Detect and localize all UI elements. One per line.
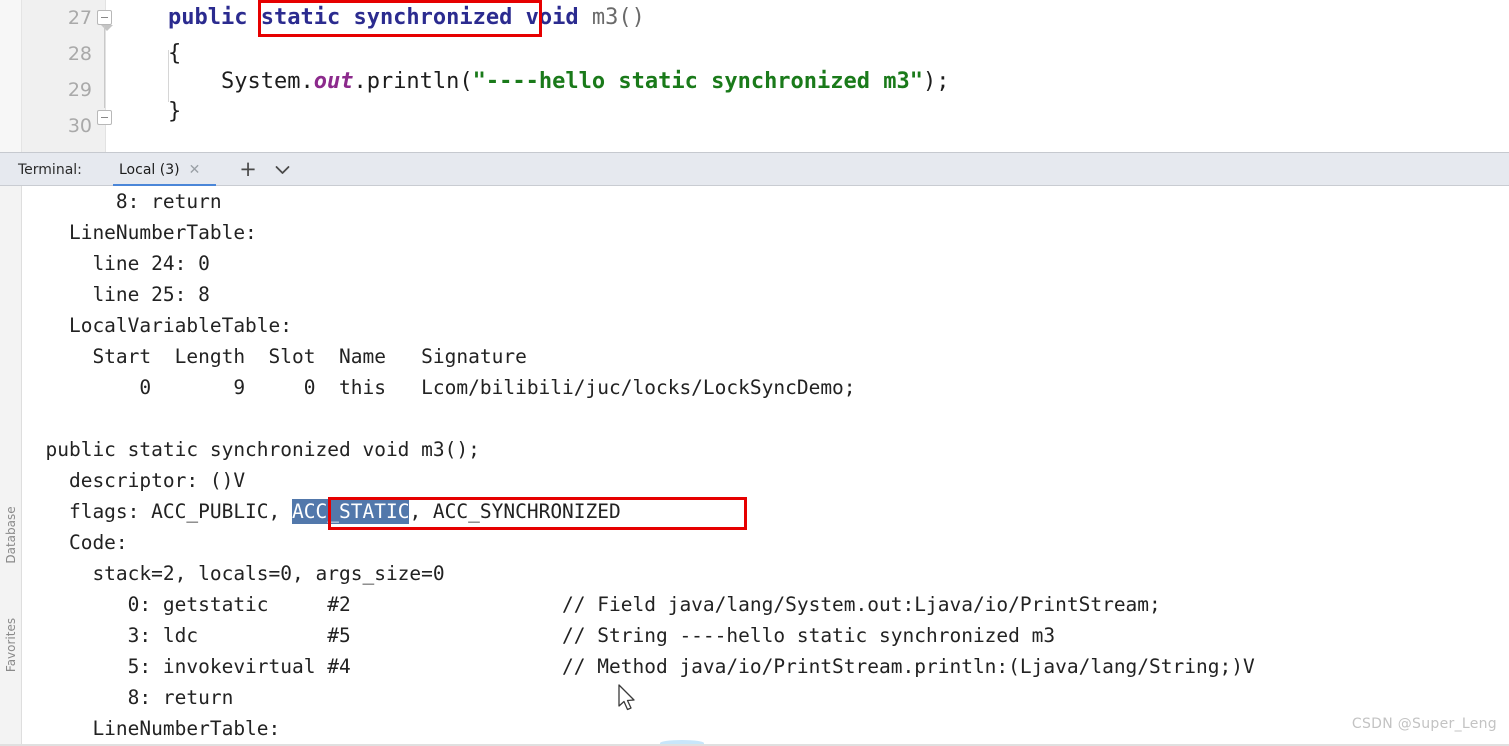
code-token: m3()	[591, 5, 645, 30]
terminal-text: 5: invokevirtual #4 // Method java/io/Pr…	[22, 655, 1255, 678]
close-icon[interactable]: ✕	[189, 163, 201, 177]
code-text-area[interactable]: public static synchronized void m3() { S…	[106, 0, 1509, 152]
terminal-scroll-region: 8: return LineNumberTable: line 24: 0 li…	[22, 186, 1509, 746]
line-number: 31	[0, 144, 92, 152]
terminal-text: 0 9 0 this Lcom/bilibili/juc/locks/LockS…	[22, 376, 856, 399]
terminal-line: stack=2, locals=0, args_size=0	[22, 558, 445, 589]
code-token: }	[168, 99, 182, 124]
terminal-text: Start Length Slot Name Signature	[22, 345, 527, 368]
terminal-text: 3: ldc #5 // String ----hello static syn…	[22, 624, 1056, 647]
code-token: void	[525, 5, 579, 30]
terminal-line: LineNumberTable:	[22, 217, 257, 248]
code-token: "----hello static synchronized m3"	[472, 69, 924, 94]
line-number: 27	[67, 7, 92, 29]
terminal-line: 3: ldc #5 // String ----hello static syn…	[22, 620, 1055, 651]
terminal-line-flags: flags: ACC_PUBLIC, ACC_STATIC, ACC_SYNCH…	[22, 496, 621, 527]
terminal-text: line 25: 8	[22, 283, 210, 306]
terminal-text: , ACC_SYNCHRONIZED	[409, 500, 621, 523]
code-token: public	[168, 5, 248, 30]
code-token: .println(	[353, 69, 473, 94]
terminal-text: LineNumberTable:	[22, 717, 281, 740]
code-line-30: }	[168, 94, 181, 130]
terminal-text: LocalVariableTable:	[22, 314, 293, 337]
sidebar-item-database[interactable]: Database	[4, 498, 18, 572]
editor-gutter: 27 28 29 30 31	[0, 0, 113, 152]
terminal-text: Code:	[22, 531, 128, 554]
terminal-line: descriptor: ()V	[22, 465, 245, 496]
terminal-text: 0: getstatic #2 // Field java/lang/Syste…	[22, 593, 1161, 616]
terminal-line: public static synchronized void m3();	[22, 434, 480, 465]
tool-window-labels: Database Favorites	[0, 186, 21, 746]
watermark-text: CSDN @Super_Leng	[1351, 716, 1497, 732]
code-line-27: public static synchronized void m3()	[168, 0, 645, 36]
chevron-down-icon[interactable]	[272, 153, 292, 187]
terminal-text: stack=2, locals=0, args_size=0	[22, 562, 445, 585]
line-number: 28	[67, 43, 92, 65]
line-number-column: 27 28 29 30 31	[0, 0, 92, 152]
terminal-line: Start Length Slot Name Signature	[22, 341, 527, 372]
terminal-toolbar: Terminal: Local (3) ✕ +	[0, 152, 1509, 187]
terminal-line: 8: return	[22, 682, 234, 713]
code-token: );	[923, 69, 950, 94]
terminal-line: line 24: 0	[22, 248, 210, 279]
terminal-line: LocalVariableTable:	[22, 310, 292, 341]
terminal-tab-local[interactable]: Local (3) ✕	[113, 153, 206, 187]
terminal-text: public static synchronized void m3();	[22, 438, 480, 461]
sidebar-item-favorites[interactable]: Favorites	[4, 608, 18, 682]
ide-window: 27 28 29 30 31 public static synchronize…	[0, 0, 1509, 746]
terminal-text: descriptor: ()V	[22, 469, 246, 492]
terminal-line: 0: getstatic #2 // Field java/lang/Syste…	[22, 589, 1161, 620]
add-terminal-icon[interactable]: +	[238, 153, 258, 187]
code-line-29: System.out.println("----hello static syn…	[168, 64, 950, 100]
code-token: System.	[168, 69, 314, 94]
selected-text: ACC_STATIC	[292, 499, 410, 524]
terminal-text: LineNumberTable:	[22, 221, 257, 244]
terminal-tab-label: Local (3)	[119, 162, 180, 178]
tool-window-sidebar: Database Favorites	[0, 186, 22, 746]
line-number: 30	[67, 115, 92, 137]
terminal-line: LineNumberTable:	[22, 713, 280, 744]
code-token: out	[313, 69, 354, 94]
terminal-text: 8: return	[22, 686, 234, 709]
terminal-line: 5: invokevirtual #4 // Method java/io/Pr…	[22, 651, 1255, 682]
terminal-line: line 25: 8	[22, 279, 210, 310]
code-token: {	[168, 41, 182, 66]
line-number: 29	[67, 79, 92, 101]
code-editor-pane: 27 28 29 30 31 public static synchronize…	[0, 0, 1509, 152]
terminal-text: 8: return	[22, 190, 222, 213]
terminal-text: flags: ACC_PUBLIC,	[22, 500, 293, 523]
terminal-label: Terminal:	[18, 162, 82, 178]
fold-range-line	[104, 26, 105, 108]
terminal-line: Code:	[22, 527, 128, 558]
code-token: static synchronized	[260, 5, 513, 30]
terminal-line: 0 9 0 this Lcom/bilibili/juc/locks/LockS…	[22, 372, 856, 403]
terminal-text: line 24: 0	[22, 252, 210, 275]
terminal-output-pane[interactable]: Database Favorites 8: return LineNumberT…	[0, 186, 1509, 746]
terminal-line: 8: return	[22, 186, 222, 217]
